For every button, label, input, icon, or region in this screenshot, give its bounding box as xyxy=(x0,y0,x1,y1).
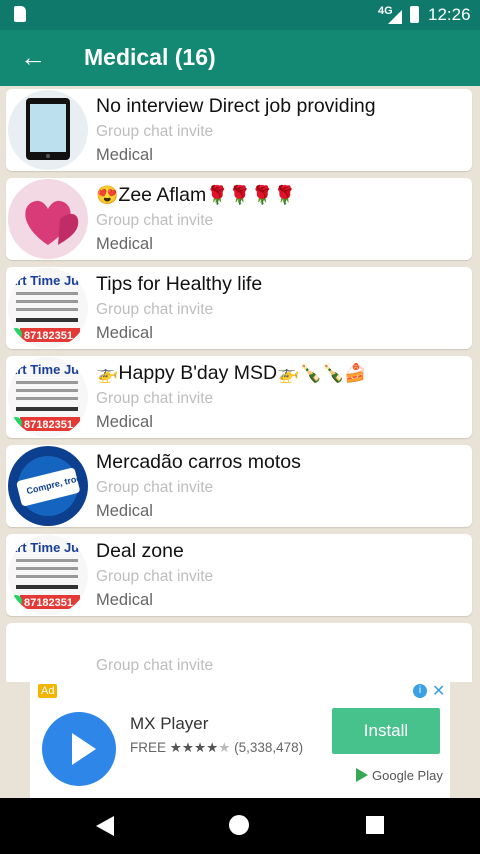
system-nav-bar xyxy=(0,798,480,854)
group-list-item[interactable]: Compre, troque e venda! Mercadão carros … xyxy=(6,445,472,527)
ad-meta: FREE ★★★★★ (5,338,478) xyxy=(130,740,303,756)
group-category: Medical xyxy=(96,324,153,342)
group-avatar: art Time Ju 87182351 xyxy=(8,268,88,348)
group-avatar xyxy=(8,179,88,259)
group-subtitle: Group chat invite xyxy=(96,568,214,585)
nav-home-icon[interactable] xyxy=(229,815,249,835)
group-subtitle: Group chat invite xyxy=(96,212,214,229)
group-avatar: art Time Ju 87182351 xyxy=(8,535,88,615)
cake-icon: 🍰 xyxy=(344,363,367,383)
group-subtitle: Group chat invite xyxy=(96,479,214,496)
ad-badge: Ad xyxy=(38,684,58,698)
group-category: Medical xyxy=(96,146,153,164)
info-icon[interactable]: i xyxy=(413,684,427,698)
group-list-item[interactable]: art Time Ju 87182351 Deal zone Group cha… xyxy=(6,534,472,616)
rose-icon: 🌹 xyxy=(273,185,296,205)
google-play-link[interactable]: Google Play xyxy=(356,768,443,783)
champagne-icon: 🍾 xyxy=(321,363,345,383)
group-category: Medical xyxy=(96,235,153,253)
group-subtitle: Group chat invite xyxy=(96,657,214,674)
group-avatar: art Time Ju 87182351 xyxy=(8,357,88,437)
rose-icon: 🌹 xyxy=(251,185,274,205)
ad-app-name: MX Player xyxy=(130,714,209,733)
avatar-text: 87182351 xyxy=(24,419,73,431)
status-time: 12:26 xyxy=(428,5,471,24)
page-title: Medical (16) xyxy=(84,44,216,70)
group-list-item[interactable]: 😍Zee Aflam🌹🌹🌹🌹 Group chat invite Medical xyxy=(6,178,472,260)
group-category: Medical xyxy=(96,591,153,609)
group-list-item[interactable]: art Time Ju 87182351 🚁Happy B'day MSD🚁🍾🍾… xyxy=(6,356,472,438)
group-subtitle: Group chat invite xyxy=(96,301,214,318)
ad-price: FREE xyxy=(130,740,167,755)
group-list-item[interactable]: Group chat invite xyxy=(6,623,472,682)
helicopter-icon: 🚁 xyxy=(96,363,119,383)
google-play-icon xyxy=(356,768,368,782)
group-list: No interview Direct job providing Group … xyxy=(0,86,480,682)
app-bar: ← Medical (16) xyxy=(0,30,480,86)
group-name: Deal zone xyxy=(96,540,184,562)
group-list-item[interactable]: No interview Direct job providing Group … xyxy=(6,89,472,171)
smiling-heart-eyes-icon: 😍 xyxy=(96,185,119,205)
group-name: No interview Direct job providing xyxy=(96,95,376,117)
group-name: Tips for Healthy life xyxy=(96,273,263,295)
battery-icon xyxy=(410,6,419,23)
avatar-text: 87182351 xyxy=(24,330,73,342)
avatar-text: art Time Ju xyxy=(10,273,79,288)
group-avatar xyxy=(8,90,88,170)
group-subtitle: Group chat invite xyxy=(96,123,214,140)
status-bar: 4G 12:26 xyxy=(0,0,480,30)
group-name: 😍Zee Aflam🌹🌹🌹🌹 xyxy=(96,184,296,206)
avatar-text: 87182351 xyxy=(24,597,73,609)
nav-back-icon[interactable] xyxy=(96,816,114,836)
champagne-icon: 🍾 xyxy=(299,363,322,383)
rose-icon: 🌹 xyxy=(228,185,252,205)
rating-count: (5,338,478) xyxy=(234,740,304,755)
helicopter-icon: 🚁 xyxy=(277,363,300,383)
sim-card-icon xyxy=(14,6,26,22)
avatar-text: art Time Ju xyxy=(10,540,79,555)
group-list-item[interactable]: art Time Ju 87182351 Tips for Healthy li… xyxy=(6,267,472,349)
play-app-icon[interactable] xyxy=(42,712,116,786)
group-subtitle: Group chat invite xyxy=(96,390,214,407)
signal-icon xyxy=(388,10,402,24)
group-category: Medical xyxy=(96,413,153,431)
back-arrow-icon[interactable]: ← xyxy=(20,42,50,72)
close-icon[interactable]: ✕ xyxy=(432,681,445,701)
group-name: 🚁Happy B'day MSD🚁🍾🍾🍰 xyxy=(96,362,367,384)
group-avatar: Compre, troque e venda! xyxy=(8,446,88,526)
group-category: Medical xyxy=(96,502,153,520)
ad-banner[interactable]: Ad i ✕ MX Player FREE ★★★★★ (5,338,478) … xyxy=(30,682,450,798)
group-name: Mercadão carros motos xyxy=(96,451,301,473)
rating-stars: ★★★★★ xyxy=(169,740,231,755)
nav-recents-icon[interactable] xyxy=(366,816,384,834)
avatar-text: art Time Ju xyxy=(10,362,79,377)
rose-icon: 🌹 xyxy=(206,185,229,205)
install-button[interactable]: Install xyxy=(332,708,440,754)
